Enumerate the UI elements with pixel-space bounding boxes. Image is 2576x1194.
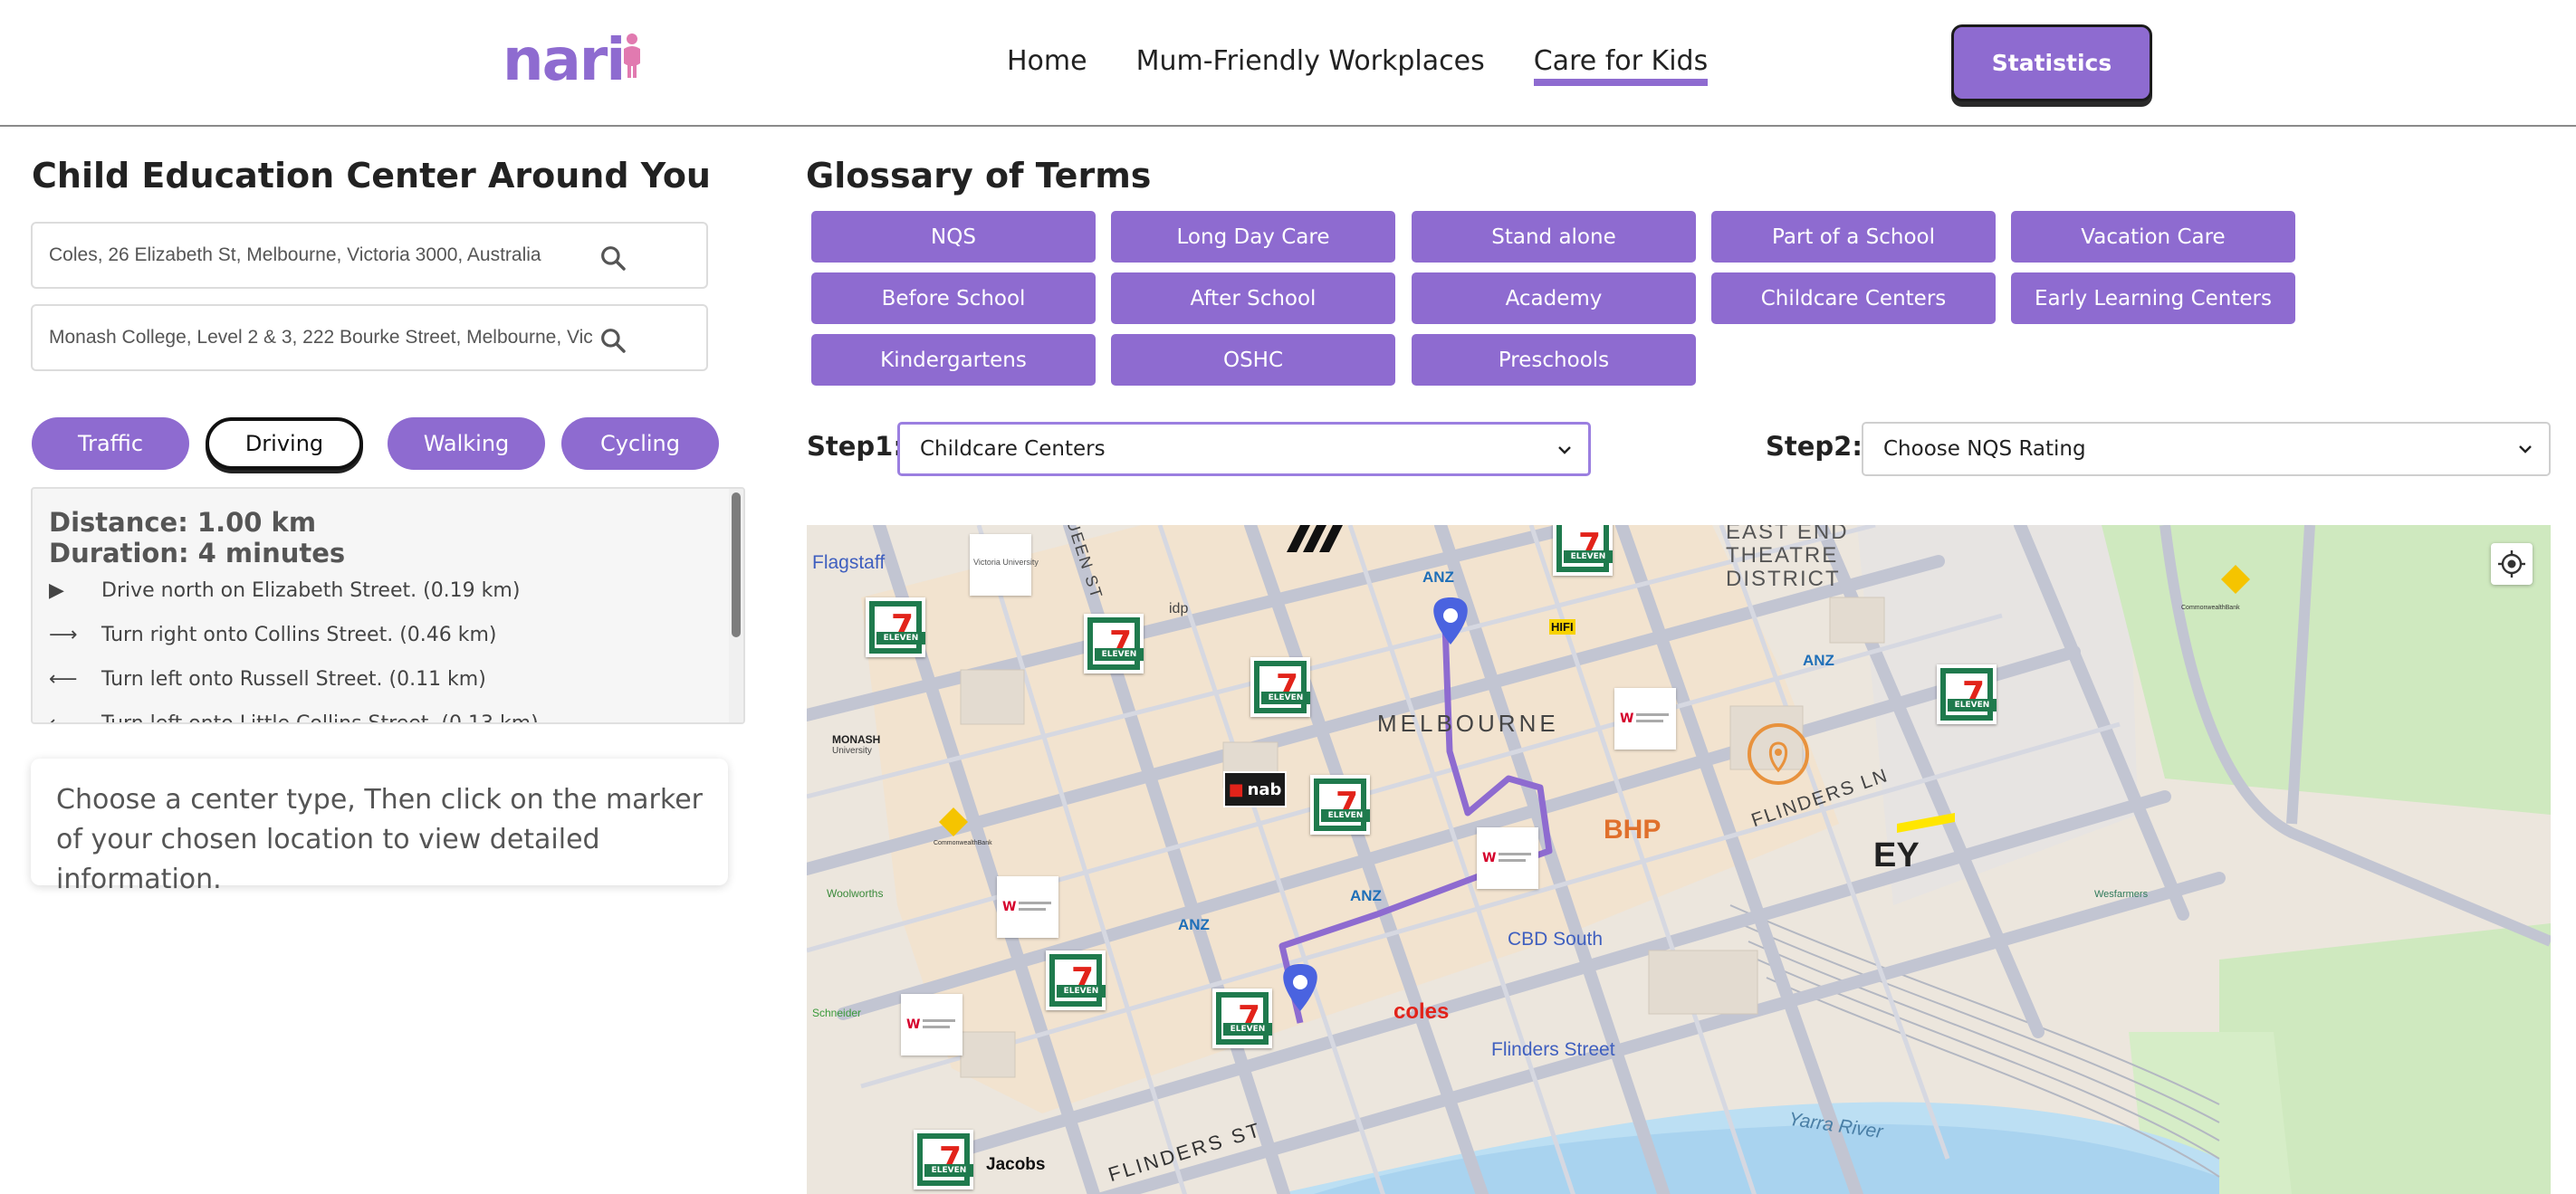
wesfarmers-marker[interactable]: Wesfarmers bbox=[2094, 889, 2148, 900]
center-type-value: Childcare Centers bbox=[920, 437, 1106, 461]
jacobs-marker[interactable]: Jacobs bbox=[986, 1155, 1045, 1175]
destination-input[interactable] bbox=[49, 327, 592, 349]
monash-sub-label: University bbox=[832, 746, 872, 756]
term-nqs-button[interactable]: NQS bbox=[811, 211, 1096, 263]
mode-cycling-button[interactable]: Cycling bbox=[561, 417, 719, 470]
seven-eleven-marker[interactable]: 7 ELEVEN bbox=[1046, 950, 1106, 1010]
direction-step: ⟶ Turn right onto Collins Street. (0.46 k… bbox=[49, 624, 497, 646]
direction-step: ⟵ Turn left onto Little Collins Street. (… bbox=[49, 712, 539, 724]
term-long-day-care-button[interactable]: Long Day Care bbox=[1111, 211, 1395, 263]
origin-input[interactable] bbox=[49, 244, 592, 266]
term-kindergartens-button[interactable]: Kindergartens bbox=[811, 334, 1096, 386]
step1-label: Step1: bbox=[807, 431, 904, 462]
commonwealth-marker[interactable]: CommonwealthBank bbox=[934, 840, 992, 846]
anz-marker[interactable]: ANZ bbox=[1803, 652, 1834, 670]
page-title: Child Education Center Around You bbox=[32, 156, 711, 196]
search-icon[interactable] bbox=[599, 244, 627, 272]
nav-home[interactable]: Home bbox=[1007, 45, 1087, 86]
logo-text: nari bbox=[503, 27, 626, 94]
term-stand-alone-button[interactable]: Stand alone bbox=[1412, 211, 1696, 263]
term-early-learning-centers-button[interactable]: Early Learning Centers bbox=[2011, 272, 2295, 324]
westpac-marker[interactable]: W bbox=[1614, 688, 1676, 750]
right-arrow-icon: ⟶ bbox=[49, 624, 78, 646]
top-header: nari Home Mum-Friendly Workplaces Care f… bbox=[0, 0, 2576, 127]
woolworths-marker[interactable]: Woolworths bbox=[827, 887, 883, 900]
map-label-cbd-south: CBD South bbox=[1508, 929, 1604, 950]
term-before-school-button[interactable]: Before School bbox=[811, 272, 1096, 324]
nav-care-for-kids[interactable]: Care for Kids bbox=[1533, 45, 1709, 86]
term-part-of-a-school-button[interactable]: Part of a School bbox=[1711, 211, 1996, 263]
coles-marker[interactable]: coles bbox=[1393, 999, 1449, 1025]
ey-marker[interactable]: EY bbox=[1873, 836, 1920, 875]
map-label-melbourne: MELBOURNE bbox=[1377, 710, 1559, 737]
seven-eleven-marker[interactable]: 7 ELEVEN bbox=[866, 597, 925, 657]
commonwealth-marker[interactable]: CommonwealthBank bbox=[2181, 605, 2240, 611]
nav-mum-friendly-workplaces[interactable]: Mum-Friendly Workplaces bbox=[1136, 45, 1485, 86]
map-label-flagstaff: Flagstaff bbox=[812, 552, 886, 573]
seven-eleven-marker[interactable]: 7 ELEVEN bbox=[914, 1130, 973, 1189]
mode-traffic-button[interactable]: Traffic bbox=[32, 417, 189, 470]
map-label-theatre: THEATRE bbox=[1726, 543, 1839, 568]
term-academy-button[interactable]: Academy bbox=[1412, 272, 1696, 324]
term-oshc-button[interactable]: OSHC bbox=[1111, 334, 1395, 386]
directions-scrollbar[interactable] bbox=[729, 489, 743, 722]
step2-label: Step2: bbox=[1766, 431, 1863, 462]
direction-step: ▶ Drive north on Elizabeth Street. (0.19 … bbox=[49, 579, 521, 602]
westpac-marker[interactable]: W bbox=[997, 876, 1058, 938]
map-label-flinders-street-station: Flinders Street bbox=[1491, 1039, 1615, 1060]
statistics-button[interactable]: Statistics bbox=[1951, 24, 2152, 101]
westpac-marker[interactable]: W bbox=[1477, 827, 1538, 889]
seven-eleven-marker[interactable]: 7 ELEVEN bbox=[1553, 525, 1613, 576]
term-preschools-button[interactable]: Preschools bbox=[1412, 334, 1696, 386]
left-arrow-icon: ⟵ bbox=[49, 668, 78, 691]
term-vacation-care-button[interactable]: Vacation Care bbox=[2011, 211, 2295, 263]
origin-field[interactable] bbox=[31, 222, 708, 289]
mother-icon bbox=[624, 33, 641, 78]
map-view[interactable]: 7 ELEVEN 7 ELEVEN 7 ELEVEN 7 ELEVEN 7 ELEVEN … bbox=[807, 525, 2551, 1194]
nqs-rating-select[interactable]: Choose NQS Rating bbox=[1862, 422, 2551, 476]
idp-marker[interactable]: idp bbox=[1169, 601, 1188, 617]
anz-marker[interactable]: ANZ bbox=[1422, 568, 1454, 587]
direction-step: ⟵ Turn left onto Russell Street. (0.11 km… bbox=[49, 668, 486, 691]
route-distance: Distance: 1.00 km bbox=[49, 507, 317, 538]
route-duration: Duration: 4 minutes bbox=[49, 538, 346, 568]
seven-eleven-marker[interactable]: 7 ELEVEN bbox=[1937, 664, 1997, 724]
main-nav: Home Mum-Friendly Workplaces Care for Ki… bbox=[1007, 45, 1709, 86]
chevron-down-icon bbox=[2519, 445, 2532, 454]
chevron-down-icon bbox=[1558, 446, 1571, 454]
destination-field[interactable] bbox=[31, 304, 708, 371]
map-label-east-end: EAST END bbox=[1726, 525, 1849, 544]
glossary-title: Glossary of Terms bbox=[806, 156, 1152, 196]
bhp-marker[interactable]: BHP bbox=[1604, 815, 1661, 845]
nqs-rating-value: Choose NQS Rating bbox=[1883, 437, 2086, 461]
left-arrow-icon: ⟵ bbox=[49, 712, 78, 724]
term-after-school-button[interactable]: After School bbox=[1111, 272, 1395, 324]
straight-arrow-icon: ▶ bbox=[49, 579, 64, 602]
seven-eleven-marker[interactable]: 7 ELEVEN bbox=[1310, 775, 1370, 835]
term-childcare-centers-button[interactable]: Childcare Centers bbox=[1711, 272, 1996, 324]
locate-me-button[interactable] bbox=[2491, 543, 2533, 585]
anz-marker[interactable]: ANZ bbox=[1178, 916, 1210, 934]
mode-driving-button[interactable]: Driving bbox=[206, 417, 363, 470]
seven-eleven-marker[interactable]: 7 ELEVEN bbox=[1212, 989, 1272, 1048]
crosshair-icon bbox=[2498, 550, 2525, 578]
seven-eleven-marker[interactable]: 7 ELEVEN bbox=[1250, 657, 1310, 717]
nab-marker[interactable]: ■ nab bbox=[1223, 771, 1287, 807]
center-type-select[interactable]: Childcare Centers bbox=[897, 422, 1591, 476]
scroll-thumb[interactable] bbox=[732, 492, 741, 637]
search-icon[interactable] bbox=[599, 326, 627, 355]
mode-walking-button[interactable]: Walking bbox=[388, 417, 545, 470]
schneider-marker[interactable]: Schneider bbox=[812, 1007, 861, 1019]
info-card: Choose a center type, Then click on the … bbox=[31, 759, 728, 895]
map-canvas[interactable] bbox=[807, 525, 2551, 1194]
anz-marker[interactable]: ANZ bbox=[1350, 887, 1382, 905]
westpac-marker[interactable]: W bbox=[901, 994, 962, 1055]
nari-logo[interactable]: nari bbox=[503, 27, 644, 94]
victoria-university-marker[interactable]: Victoria University bbox=[970, 534, 1039, 596]
seven-eleven-marker[interactable]: 7 ELEVEN bbox=[1084, 614, 1144, 673]
hifi-marker[interactable]: HIFI bbox=[1549, 619, 1575, 635]
directions-panel[interactable]: Distance: 1.00 km Duration: 4 minutes ▶ D… bbox=[31, 487, 745, 724]
monash-marker[interactable]: MONASH bbox=[832, 733, 880, 746]
map-label-district: DISTRICT bbox=[1726, 567, 1841, 591]
